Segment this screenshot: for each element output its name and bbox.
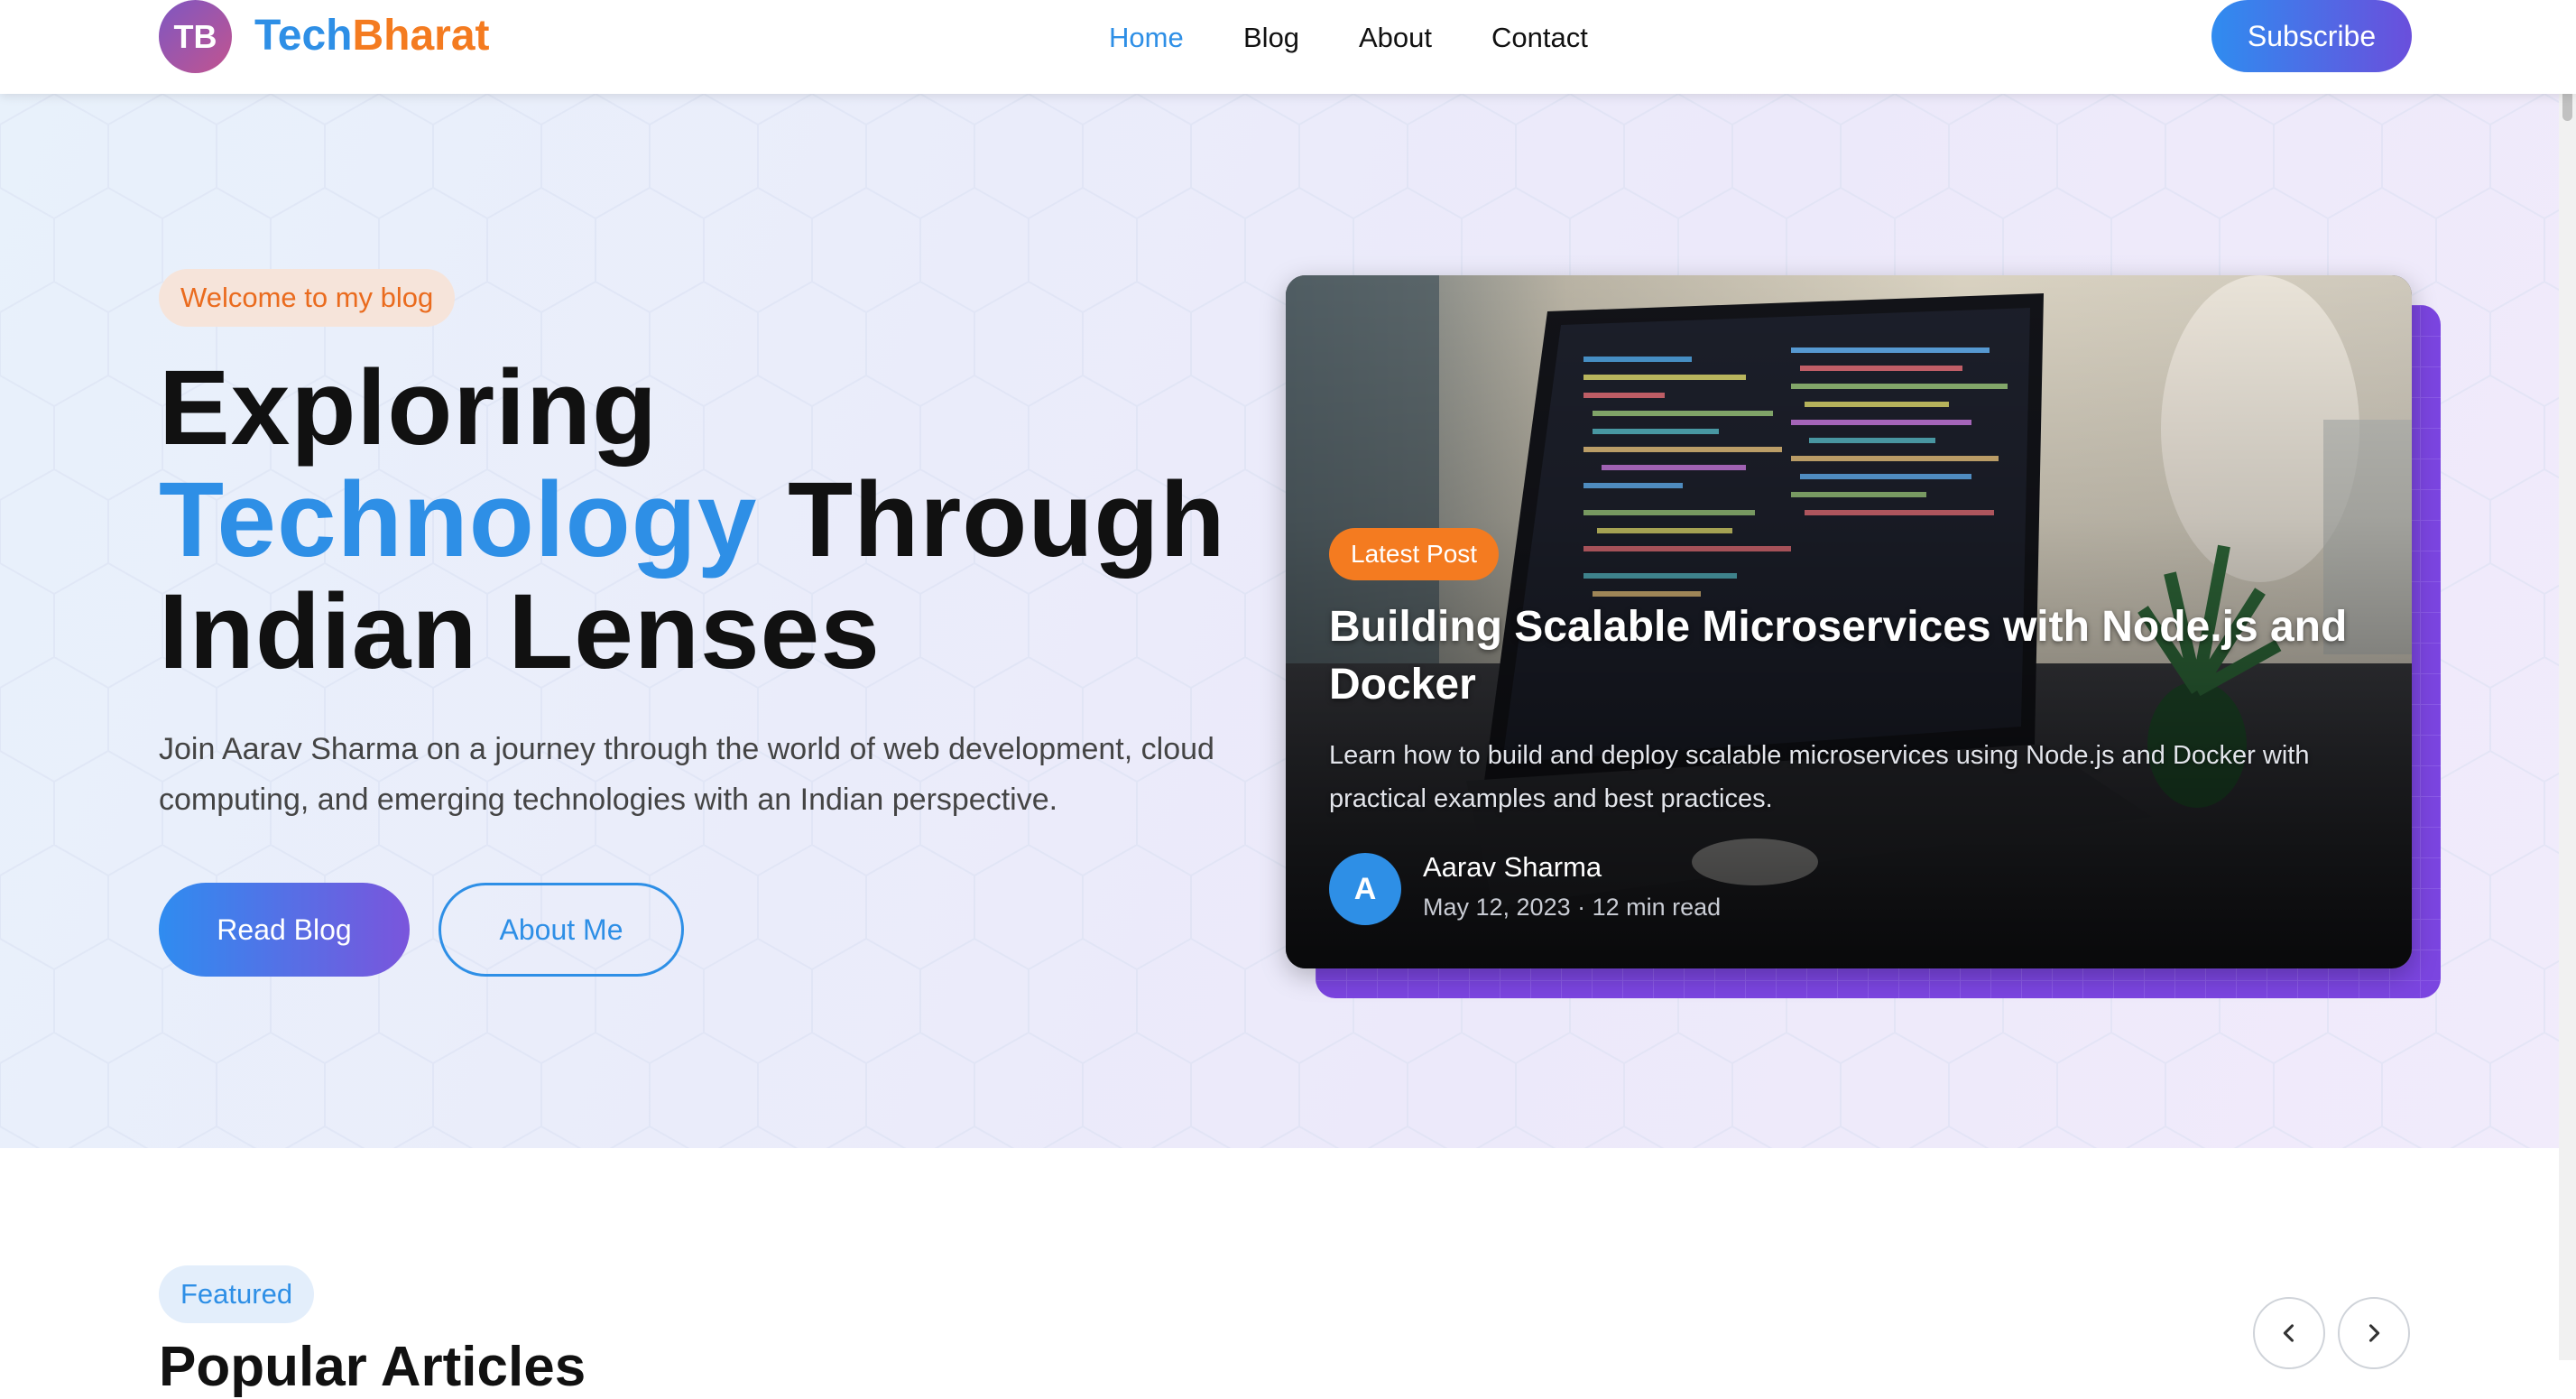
carousel-next-button[interactable]	[2338, 1297, 2410, 1369]
chevron-left-icon	[2283, 1324, 2294, 1342]
section-title: Popular Articles	[159, 1336, 586, 1398]
logo-text-bharat: Bharat	[352, 12, 490, 60]
author-avatar: A	[1329, 853, 1401, 925]
featured-post-title[interactable]: Building Scalable Microservices with Nod…	[1329, 598, 2376, 714]
nav-item-home[interactable]: Home	[1109, 20, 1184, 56]
nav-item-blog[interactable]: Blog	[1243, 20, 1299, 56]
nav-item-contact[interactable]: Contact	[1491, 20, 1588, 56]
logo-badge[interactable]: TB	[159, 0, 232, 73]
logo-text[interactable]: TechBharat	[254, 9, 490, 63]
logo-text-tech: Tech	[254, 12, 353, 60]
page-scrollbar[interactable]	[2559, 0, 2576, 1360]
author-name: Aarav Sharma	[1423, 851, 1602, 883]
subscribe-button[interactable]: Subscribe	[2211, 0, 2412, 72]
hero-description: Join Aarav Sharma on a journey through t…	[159, 732, 1214, 817]
hero-title-line2: Through	[757, 460, 1226, 579]
latest-post-tag: Latest Post	[1329, 528, 1500, 580]
hero-title-accent: Technology	[159, 460, 758, 579]
hero-title-line1: Exploring	[159, 348, 659, 468]
nav-item-about[interactable]: About	[1359, 20, 1432, 56]
hero-section: Welcome to my blog Exploring Technology …	[0, 94, 2576, 1148]
chevron-right-icon	[2368, 1324, 2380, 1342]
featured-post-card[interactable]: Latest Post Building Scalable Microservi…	[1286, 275, 2412, 968]
featured-tag: Featured	[159, 1265, 315, 1323]
hero-title-line3: Indian Lenses	[159, 572, 881, 691]
welcome-tag: Welcome to my blog	[159, 269, 456, 327]
read-blog-button[interactable]: Read Blog	[159, 883, 410, 977]
hero-title: Exploring Technology Through Indian Lens…	[159, 352, 1226, 688]
carousel-prev-button[interactable]	[2253, 1297, 2325, 1369]
navbar: TB TechBharat Home Blog About Contact Su…	[0, 0, 2576, 94]
featured-post-excerpt: Learn how to build and deploy scalable m…	[1329, 741, 2310, 813]
about-me-button[interactable]: About Me	[439, 883, 684, 977]
post-meta: May 12, 2023 · 12 min read	[1423, 894, 1722, 921]
